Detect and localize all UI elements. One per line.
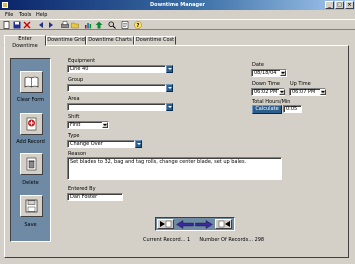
type-label: Type: [68, 133, 80, 139]
delete-button[interactable]: [20, 153, 43, 175]
search-icon[interactable]: [108, 21, 116, 29]
tab-enter-downtime[interactable]: Enter Downtime: [4, 35, 46, 49]
new-icon[interactable]: [3, 21, 11, 29]
menu-file[interactable]: File: [5, 12, 13, 18]
print-icon[interactable]: [61, 21, 69, 29]
type-dropdown-button[interactable]: [135, 140, 142, 148]
menu-bar: File Tools Help: [0, 10, 355, 19]
book-icon: [24, 76, 39, 88]
menu-tools[interactable]: Tools: [19, 12, 31, 18]
toolbar: ?: [0, 19, 355, 30]
folder-icon[interactable]: [71, 21, 79, 29]
save-label: Save: [24, 222, 37, 228]
add-record-label: Add Record: [16, 139, 45, 145]
save-icon[interactable]: [13, 21, 21, 29]
minimize-button[interactable]: _: [325, 1, 334, 9]
equipment-label: Equipment: [68, 58, 96, 64]
current-record-text: Current Record... 1: [143, 237, 191, 243]
svg-text:?: ?: [137, 23, 140, 29]
menu-help[interactable]: Help: [36, 12, 47, 18]
title-bar: Downtime Manager _ □ ×: [0, 0, 355, 10]
area-field[interactable]: [67, 103, 166, 111]
back-icon[interactable]: [37, 21, 45, 29]
reason-textarea[interactable]: Set blades to 32, bag and tag rolls, cha…: [67, 157, 282, 180]
up-time-label: Up Time: [290, 81, 311, 87]
last-record-icon: [218, 220, 230, 228]
tab-downtime-cost[interactable]: Downtime Cost: [134, 36, 176, 45]
delete-icon[interactable]: [23, 21, 31, 29]
equipment-field[interactable]: Line 40: [67, 65, 166, 73]
entered-by-label: Entered By: [68, 186, 96, 192]
total-hours-field[interactable]: 0:05: [283, 105, 302, 113]
clear-form-button[interactable]: [20, 71, 43, 93]
group-field[interactable]: [67, 84, 166, 92]
up-icon[interactable]: [95, 21, 103, 29]
close-button[interactable]: ×: [345, 1, 354, 9]
record-navigator: [155, 217, 235, 231]
down-time-spinner-icon[interactable]: [279, 89, 285, 95]
tab-downtime-grid[interactable]: Downtime Grid: [46, 36, 86, 45]
equipment-dropdown-button[interactable]: [166, 65, 173, 73]
first-record-icon: [160, 220, 172, 228]
calculate-button[interactable]: Calculate: [252, 105, 282, 114]
last-record-button[interactable]: [215, 219, 232, 229]
add-record-icon: [26, 117, 37, 131]
shift-label: Shift: [68, 114, 80, 120]
delete-label: Delete: [22, 180, 39, 186]
date-label: Date: [252, 62, 264, 68]
previous-record-icon[interactable]: [176, 220, 194, 229]
group-label: Group: [68, 77, 84, 83]
action-sidebar: Clear Form Add Record Delete Save: [10, 58, 51, 242]
chart-icon[interactable]: [84, 21, 92, 29]
area-label: Area: [68, 96, 80, 102]
first-record-button[interactable]: [157, 219, 174, 229]
next-record-icon[interactable]: [195, 220, 213, 229]
type-field[interactable]: Change Over: [67, 140, 135, 148]
disk-icon: [25, 199, 38, 213]
downtime-manager-window: Downtime Manager _ □ × File Tools Help ?…: [0, 0, 355, 264]
report-icon[interactable]: [121, 21, 129, 29]
down-time-label: Down Time: [252, 81, 280, 87]
window-title: Downtime Manager: [150, 2, 205, 8]
help-icon[interactable]: ?: [134, 21, 142, 29]
clear-form-label: Clear Form: [16, 97, 45, 103]
maximize-button[interactable]: □: [335, 1, 344, 9]
save-button[interactable]: [20, 195, 43, 217]
add-record-button[interactable]: [20, 113, 43, 135]
number-of-records-text: Number Of Records... 298: [199, 237, 265, 243]
entered-by-field[interactable]: Dan Foster: [67, 193, 123, 201]
forward-icon[interactable]: [47, 21, 55, 29]
shift-chevron-down-icon[interactable]: [102, 122, 108, 128]
record-status: Current Record... 1 Number Of Records...…: [143, 237, 264, 243]
up-time-spinner-icon[interactable]: [320, 89, 326, 95]
area-dropdown-button[interactable]: [166, 103, 173, 111]
trash-icon: [26, 157, 37, 171]
date-chevron-down-icon[interactable]: [280, 70, 286, 76]
tab-downtime-charts[interactable]: Downtime Charts: [86, 36, 134, 45]
group-dropdown-button[interactable]: [166, 84, 173, 92]
